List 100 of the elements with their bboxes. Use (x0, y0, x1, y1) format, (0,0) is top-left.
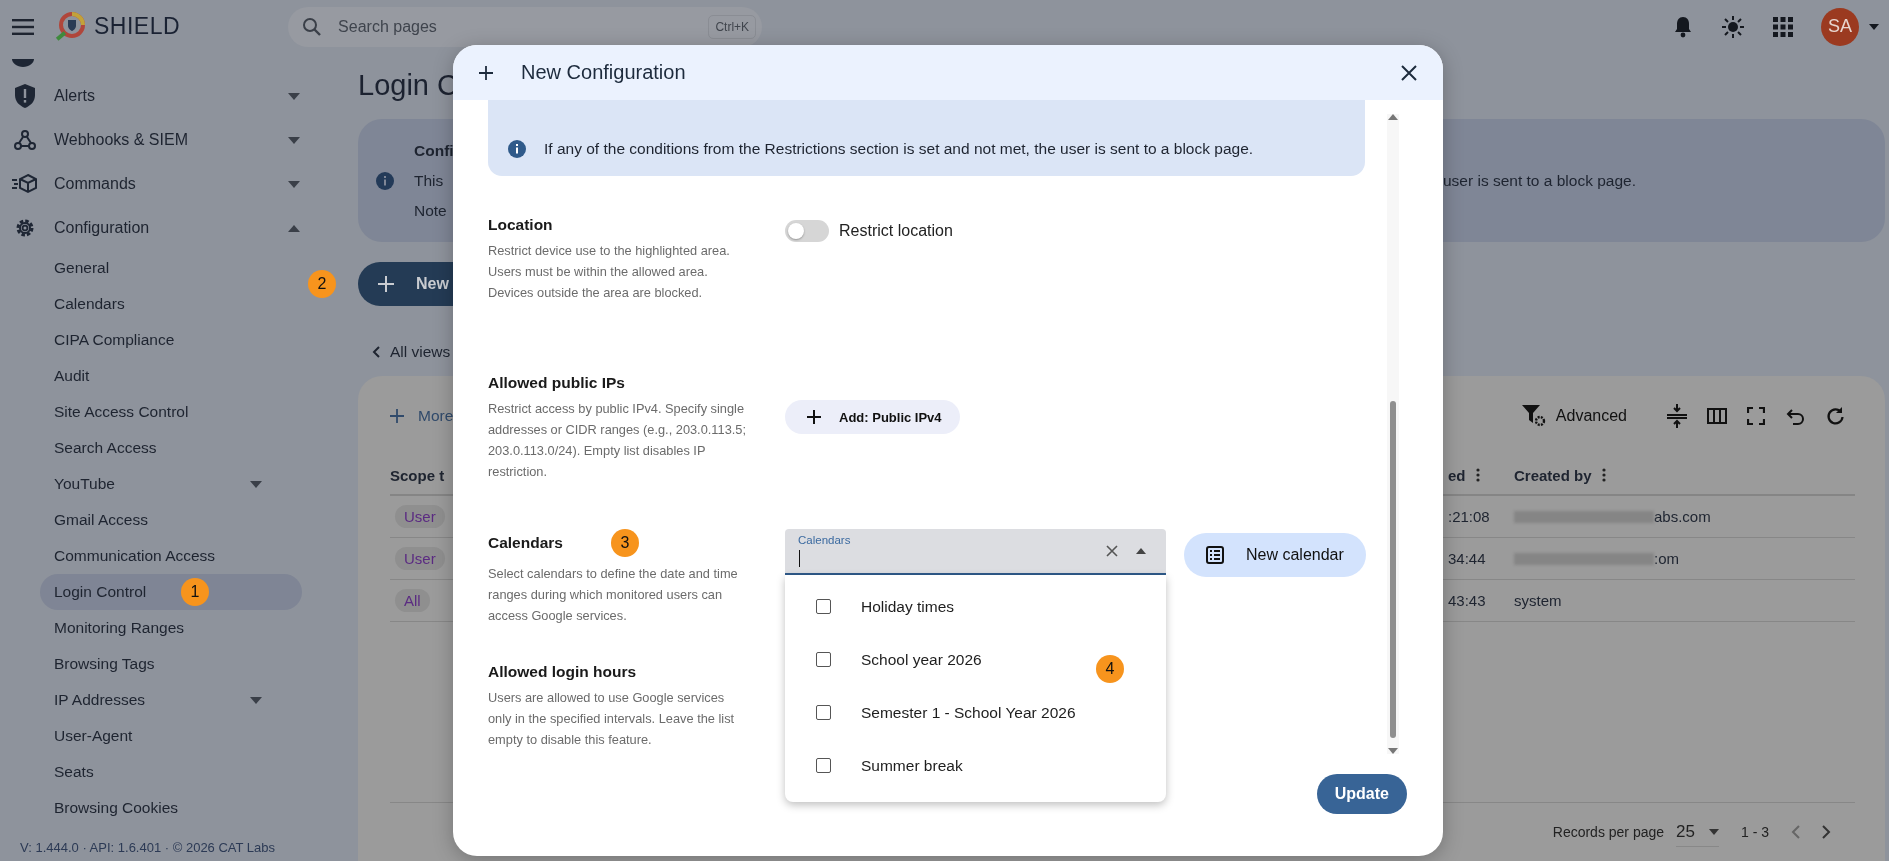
update-button[interactable]: Update (1316, 774, 1407, 814)
table-cell: system (1514, 592, 1562, 609)
scrollbar[interactable] (1387, 114, 1399, 754)
section-title: Allowed login hours (488, 663, 637, 681)
info-text: This (414, 171, 444, 190)
shortcut-hint: Ctrl+K (708, 14, 757, 39)
caret-icon (1709, 828, 1719, 835)
cube-icon (12, 173, 38, 195)
plus-icon (390, 409, 404, 423)
scope-chip: User (395, 547, 445, 570)
search-icon (302, 16, 323, 37)
close-icon[interactable] (1401, 64, 1417, 81)
nav-item[interactable]: YouTube (40, 466, 302, 502)
nav-item[interactable]: CIPA Compliance (40, 322, 302, 358)
calendar-option[interactable]: Semester 1 - School Year 2026 (785, 686, 1166, 739)
nav-item[interactable]: Gmail Access (40, 502, 302, 538)
nav-item[interactable]: User-Agent (40, 718, 302, 754)
nav-item[interactable]: Audit (40, 358, 302, 394)
menu-icon[interactable] (12, 18, 34, 35)
page-range: 1 - 3 (1741, 824, 1769, 840)
dialog-title: New Configuration (521, 61, 686, 84)
next-page-icon[interactable] (1822, 825, 1831, 839)
new-calendar-button[interactable]: New calendar (1184, 533, 1366, 577)
shield-icon (12, 59, 34, 67)
undo-icon[interactable] (1785, 406, 1805, 426)
user-avatar[interactable]: SA (1821, 7, 1859, 46)
search-input[interactable]: Search pages (336, 16, 695, 37)
calendar-option[interactable]: Holiday times (785, 580, 1166, 633)
nav-item[interactable]: Calendars (40, 286, 302, 322)
calendars-field[interactable]: Calendars (785, 529, 1166, 575)
scope-chip: All (395, 589, 430, 612)
calendar-option[interactable]: Summer break (785, 739, 1166, 792)
nav-item[interactable]: Monitoring Ranges (40, 610, 302, 646)
toggle-switch[interactable] (785, 220, 829, 242)
scroll-down-icon[interactable] (1388, 748, 1398, 754)
info-title: Confi (414, 141, 454, 160)
filter-settings-icon (1521, 405, 1546, 427)
bell-icon[interactable] (1673, 15, 1693, 38)
column-header[interactable]: Created by (1514, 466, 1592, 484)
caret-icon[interactable] (1869, 23, 1879, 30)
nav-item[interactable]: General (40, 250, 302, 286)
nav-item[interactable]: Search Access (40, 430, 302, 466)
back-link[interactable]: All views (372, 342, 1885, 362)
kebab-menu-icon[interactable] (1601, 468, 1606, 482)
table-cell-text: 34:44 (1448, 550, 1487, 567)
section-description: Users are allowed to use Google services only in the specified intervals. Leave the list empty to disable this feature. (488, 689, 736, 749)
plus-icon (807, 410, 821, 424)
info-text: user is sent to a block page. (1443, 171, 1637, 190)
nav-item[interactable]: Browsing Cookies (40, 790, 302, 826)
nav-item[interactable]: Site Access Control (40, 394, 302, 430)
logo-icon (54, 10, 86, 43)
sun-icon[interactable] (1721, 14, 1745, 39)
info-icon (376, 171, 394, 190)
density-icon[interactable] (1667, 404, 1687, 428)
more-filters-button[interactable]: More (390, 407, 454, 425)
chevron-left-icon (372, 346, 380, 358)
list-icon (1206, 546, 1224, 564)
columns-icon[interactable] (1707, 408, 1727, 424)
nav-item[interactable]: Webhooks & SIEM (0, 118, 340, 162)
nav-item[interactable]: Alerts (0, 74, 340, 118)
nav-item[interactable]: Seats (40, 754, 302, 790)
plus-icon (378, 276, 394, 292)
step-badge: 3 (610, 529, 639, 557)
clear-icon[interactable] (1106, 545, 1118, 557)
section-description: Restrict device use to the highlighted area. Users must be within the allowed area. Devices outside the area are blocked. (488, 242, 731, 302)
advanced-filter-button[interactable]: Advanced (1521, 405, 1627, 427)
toggle-label: Restrict location (839, 222, 953, 240)
apps-grid-icon[interactable] (1773, 16, 1793, 37)
fullscreen-icon[interactable] (1747, 407, 1765, 425)
table-cell-text: :21:08 (1448, 508, 1491, 525)
step-badge: 2 (308, 270, 336, 298)
nav-item[interactable]: IP Addresses (40, 682, 302, 718)
section-description: Restrict access by public IPv4. Specify single addresses or CIDR ranges (e.g., 203.0.113.5; 203.0.113.0/24). Empty list disables IP restriction. (488, 400, 746, 481)
banner-text: If any of the conditions from the Restrictions section is set and not met, the user is sent to a block page. (544, 140, 1254, 158)
search-bar[interactable]: Search pages Ctrl+K (288, 6, 763, 47)
nav-item[interactable]: Commands (0, 162, 340, 206)
section-title: Location (488, 216, 553, 234)
section-description: Select calendars to define the date and time ranges during which monitored users can access Google services. (488, 565, 739, 625)
table-cell: :om (1654, 550, 1679, 567)
nav-item[interactable]: Browsing Tags (40, 646, 302, 682)
scope-chip: User (395, 505, 445, 528)
section-title: Calendars (488, 534, 563, 552)
shield-alert-icon (12, 84, 38, 108)
column-header[interactable]: ed (1448, 466, 1466, 484)
nav-item[interactable]: Configuration (0, 206, 340, 250)
webhook-icon (12, 129, 38, 151)
page-size-select[interactable]: 25 (1676, 817, 1719, 847)
table-cell: abs.com (1654, 508, 1711, 525)
refresh-icon[interactable] (1825, 406, 1845, 426)
info-text: Note (414, 201, 447, 220)
caret-icon[interactable] (1136, 548, 1146, 554)
pagination-label: Records per page (1552, 824, 1665, 840)
version-text: V: 1.444.0 · API: 1.6.401 · © 2026 CAT Labs (19, 840, 277, 857)
kebab-menu-icon[interactable] (1475, 468, 1480, 482)
nav-item[interactable]: Communication Access (40, 538, 302, 574)
plus-icon (479, 65, 493, 80)
step-badge: 4 (1096, 655, 1124, 683)
section-title: Allowed public IPs (488, 374, 625, 392)
info-icon (508, 140, 526, 158)
add-ip-button[interactable]: Add: Public IPv4 (785, 400, 960, 434)
